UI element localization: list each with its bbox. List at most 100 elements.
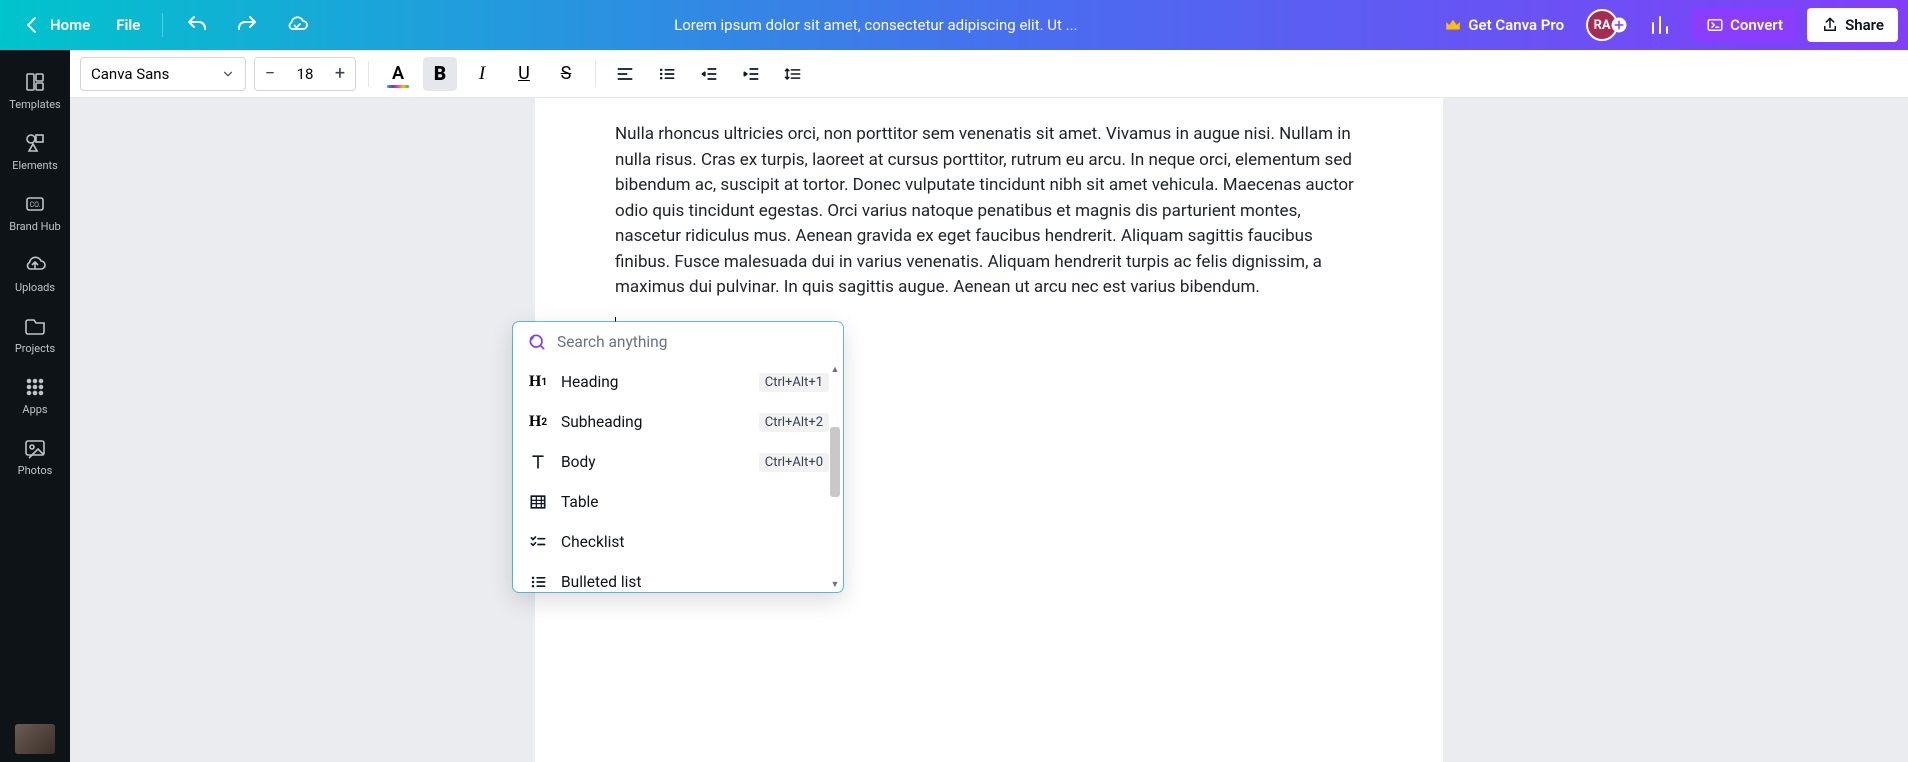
- sidebar-label: Templates: [9, 98, 60, 111]
- text-color-a-icon: A: [392, 63, 404, 84]
- convert-button[interactable]: Convert: [1692, 8, 1797, 42]
- bold-button[interactable]: B: [423, 57, 457, 91]
- text-color-swatch: [387, 85, 409, 88]
- bulleted-list-icon: [527, 571, 549, 592]
- popup-item-label: Table: [561, 493, 829, 511]
- line-spacing-icon: [783, 64, 803, 84]
- bold-icon: B: [434, 62, 446, 85]
- cloud-sync-button[interactable]: [275, 7, 319, 43]
- canvas-area: Nulla rhoncus ultricies orci, non portti…: [70, 98, 1908, 762]
- undo-button[interactable]: [175, 7, 219, 43]
- file-menu-button[interactable]: File: [106, 10, 150, 40]
- document-page[interactable]: Nulla rhoncus ultricies orci, non portti…: [535, 98, 1443, 762]
- apps-icon: [23, 375, 47, 399]
- font-size-input[interactable]: [285, 65, 325, 83]
- topbar-right: Get Canva Pro RA Convert Share: [1432, 7, 1898, 43]
- popup-item-shortcut: Ctrl+Alt+2: [759, 413, 829, 432]
- popup-search-row: [513, 322, 843, 362]
- sidebar-item-apps[interactable]: Apps: [0, 365, 70, 426]
- indent-button[interactable]: [734, 57, 768, 91]
- strikethrough-button[interactable]: S: [549, 57, 583, 91]
- popup-item-label: Heading: [561, 373, 747, 391]
- italic-icon: I: [479, 63, 485, 85]
- popup-item-label: Subheading: [561, 413, 747, 431]
- templates-icon: [23, 70, 47, 94]
- toolbar-separator: [368, 61, 369, 87]
- underline-icon: U: [518, 63, 530, 84]
- sidebar-label: Apps: [22, 403, 47, 416]
- sidebar-item-uploads[interactable]: Uploads: [0, 243, 70, 304]
- share-label: Share: [1845, 16, 1884, 34]
- popup-item-shortcut: Ctrl+Alt+0: [759, 453, 829, 472]
- popup-item-label: Checklist: [561, 533, 829, 551]
- file-label: File: [116, 16, 140, 34]
- elements-icon: [23, 131, 47, 155]
- chart-icon: [1648, 13, 1672, 37]
- font-name: Canva Sans: [91, 65, 169, 83]
- strikethrough-icon: S: [561, 63, 572, 84]
- body-paragraph[interactable]: Nulla rhoncus ultricies orci, non portti…: [615, 122, 1363, 301]
- redo-button[interactable]: [225, 7, 269, 43]
- avatar-group[interactable]: RA: [1586, 9, 1628, 41]
- popup-item-bulleted-list[interactable]: Bulleted list: [513, 562, 843, 592]
- list-button[interactable]: [650, 57, 684, 91]
- projects-icon: [23, 314, 47, 338]
- add-user-icon: [1610, 16, 1628, 34]
- sidebar-item-elements[interactable]: Elements: [0, 121, 70, 182]
- sidebar-item-projects[interactable]: Projects: [0, 304, 70, 365]
- outdent-icon: [699, 64, 719, 84]
- underline-button[interactable]: U: [507, 57, 541, 91]
- sidebar-item-brand-hub[interactable]: CO. Brand Hub: [0, 182, 70, 243]
- sidebar-item-photos[interactable]: Photos: [0, 426, 70, 487]
- redo-icon: [235, 13, 259, 37]
- scrollbar-thumb[interactable]: [830, 427, 840, 497]
- photos-icon: [23, 436, 47, 460]
- popup-item-body[interactable]: Body Ctrl+Alt+0: [513, 442, 843, 482]
- popup-item-heading[interactable]: H1 Heading Ctrl+Alt+1: [513, 362, 843, 402]
- font-family-select[interactable]: Canva Sans: [80, 57, 246, 91]
- popup-item-shortcut: Ctrl+Alt+1: [759, 373, 829, 392]
- font-size-stepper: − +: [254, 57, 356, 91]
- cloud-check-icon: [285, 13, 309, 37]
- share-icon: [1821, 16, 1839, 34]
- popup-item-label: Body: [561, 453, 747, 471]
- italic-button[interactable]: I: [465, 57, 499, 91]
- font-size-decrease[interactable]: −: [255, 58, 285, 90]
- chevron-down-icon: [221, 67, 235, 81]
- table-icon: [527, 491, 549, 513]
- popup-list: H1 Heading Ctrl+Alt+1 H2 Subheading Ctrl…: [513, 362, 843, 592]
- scrollbar-track[interactable]: [830, 377, 840, 577]
- indent-icon: [741, 64, 761, 84]
- popup-item-checklist[interactable]: Checklist: [513, 522, 843, 562]
- uploads-icon: [23, 253, 47, 277]
- scrollbar-up-arrow[interactable]: ▲: [831, 362, 840, 377]
- document-title[interactable]: Lorem ipsum dolor sit amet, consectetur …: [319, 16, 1432, 34]
- h2-icon: H2: [527, 411, 549, 433]
- analytics-button[interactable]: [1638, 7, 1682, 43]
- popup-item-subheading[interactable]: H2 Subheading Ctrl+Alt+2: [513, 402, 843, 442]
- sidebar-item-templates[interactable]: Templates: [0, 60, 70, 121]
- topbar-separator: [162, 13, 163, 37]
- body-text-icon: [527, 451, 549, 473]
- magic-search-icon: [527, 332, 547, 352]
- undo-icon: [185, 13, 209, 37]
- svg-text:CO.: CO.: [30, 201, 41, 209]
- font-size-increase[interactable]: +: [325, 58, 355, 90]
- sidebar-label: Projects: [15, 342, 55, 355]
- share-button[interactable]: Share: [1807, 8, 1898, 42]
- sidebar-thumbnail[interactable]: [15, 724, 55, 754]
- outdent-button[interactable]: [692, 57, 726, 91]
- line-spacing-button[interactable]: [776, 57, 810, 91]
- sidebar-label: Brand Hub: [9, 220, 60, 233]
- popup-item-table[interactable]: Table: [513, 482, 843, 522]
- get-canva-pro-button[interactable]: Get Canva Pro: [1432, 10, 1576, 40]
- text-color-button[interactable]: A: [381, 57, 415, 91]
- insert-menu-popup: H1 Heading Ctrl+Alt+1 H2 Subheading Ctrl…: [513, 322, 843, 592]
- popup-scrollbar[interactable]: ▲ ▼: [829, 362, 841, 592]
- back-home-button[interactable]: Home: [10, 7, 100, 43]
- checklist-icon: [527, 531, 549, 553]
- popup-search-input[interactable]: [557, 333, 829, 351]
- align-button[interactable]: [608, 57, 642, 91]
- sidebar-label: Elements: [12, 159, 58, 172]
- scrollbar-down-arrow[interactable]: ▼: [831, 577, 840, 592]
